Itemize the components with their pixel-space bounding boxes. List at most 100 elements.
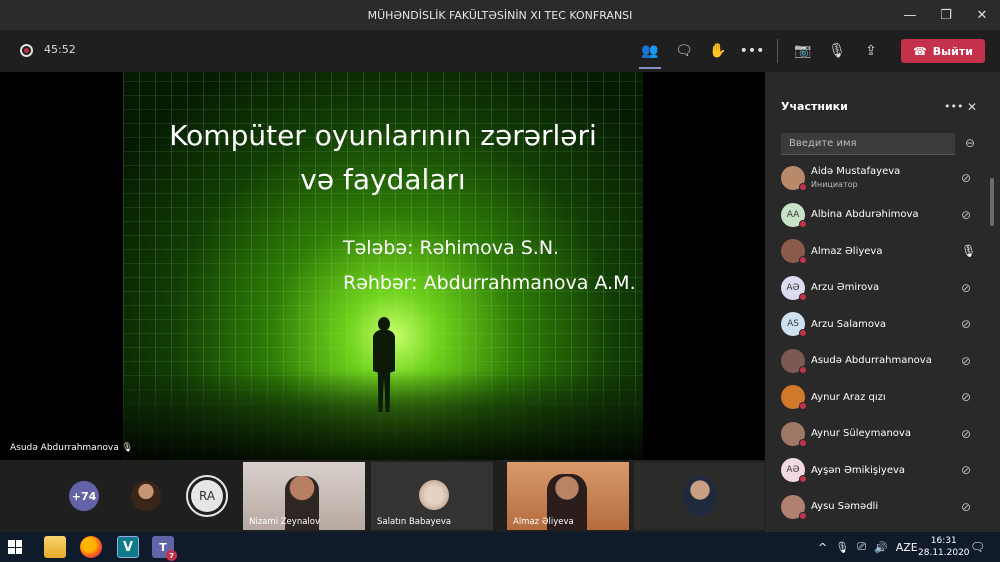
video-tile[interactable]: Nizami Zeynalov bbox=[243, 462, 365, 530]
participants-panel: Участники ⊖ Aidə MustafayevaИнициатор⊘AA… bbox=[765, 72, 1000, 532]
clock-date: 28.11.2020 bbox=[918, 548, 970, 558]
mic-off-icon[interactable]: ⊘ bbox=[961, 427, 971, 441]
video-tile[interactable]: Salatın Babayeva bbox=[371, 462, 493, 530]
participant-name: Almaz Əliyeva bbox=[811, 245, 883, 257]
participant-row[interactable]: AƏ Arzu Əmirova ⊘ bbox=[765, 270, 990, 307]
panel-scrollbar[interactable] bbox=[990, 178, 994, 226]
link-icon[interactable]: ⊖ bbox=[965, 136, 975, 150]
mic-off-icon[interactable]: 🎙 bbox=[820, 37, 854, 65]
participants-icon[interactable]: 👥 bbox=[633, 37, 667, 69]
mic-off-icon[interactable]: ⊘ bbox=[961, 281, 971, 295]
slide-figure-silhouette bbox=[369, 317, 399, 412]
participant-row[interactable]: Asudə Abdurrahmanova ⊘ bbox=[765, 343, 990, 380]
status-dot-icon bbox=[799, 365, 807, 374]
participant-name: Arzu Salamova bbox=[811, 318, 887, 330]
teams-badge: 7 bbox=[166, 550, 177, 561]
window-controls: — ❐ ✕ bbox=[892, 0, 1000, 30]
status-dot-icon bbox=[799, 511, 807, 520]
windows-taskbar: V T 7 ^ 🎙 ⎚ 🔊 AZE 16:31 28.11.2020 🗨 bbox=[0, 532, 1000, 562]
participant-name: Ayşən Əmikişiyeva bbox=[811, 464, 906, 476]
windows-start-icon[interactable] bbox=[8, 540, 22, 554]
mic-off-icon[interactable]: ⊘ bbox=[961, 317, 971, 331]
window-title: MÜHƏNDİSLİK FAKÜLTƏSİNİN XI TEC KONFRANS… bbox=[367, 8, 633, 22]
presenter-name: Asudə Abdurrahmanova bbox=[10, 443, 119, 453]
close-icon[interactable]: ✕ bbox=[964, 0, 1000, 30]
share-screen-icon[interactable]: ⇪ bbox=[854, 37, 888, 65]
chevron-up-icon[interactable]: ^ bbox=[818, 541, 827, 554]
participant-name: Asudə Abdurrahmanova bbox=[811, 355, 932, 367]
participant-name: Aynur Araz qızı bbox=[811, 391, 886, 403]
participant-name: Aysu Səmədli bbox=[811, 501, 879, 513]
meeting-controls: 👥 🗨 ✋ ••• 📷 🎙 ⇪ bbox=[633, 37, 888, 69]
notification-icon[interactable]: 🗨 bbox=[970, 540, 985, 554]
video-tile-name: Salatın Babayeva bbox=[377, 517, 452, 527]
participant-name: Arzu Əmirova bbox=[811, 282, 880, 294]
participant-row[interactable]: Almaz Əliyeva 🎙 bbox=[765, 233, 990, 270]
recording-icon bbox=[20, 44, 33, 57]
teams-icon[interactable]: T 7 bbox=[152, 536, 177, 561]
maximize-icon[interactable]: ❐ bbox=[928, 0, 964, 30]
visual-app-icon[interactable]: V bbox=[117, 536, 139, 558]
status-dot-icon bbox=[799, 256, 807, 265]
status-dot-icon bbox=[799, 219, 807, 228]
avatar-initials: AƏ bbox=[786, 282, 800, 293]
presenter-name-label: Asudə Abdurrahmanova 🎙 bbox=[10, 443, 133, 453]
participant-avatar-ra[interactable]: RA bbox=[186, 475, 228, 517]
panel-more-icon[interactable]: ••• bbox=[944, 100, 963, 113]
minimize-icon[interactable]: — bbox=[892, 0, 928, 30]
avatar-initials: RA bbox=[191, 480, 223, 512]
participant-avatar bbox=[683, 476, 717, 516]
slide-student: Tələbə: Rəhimova S.N. bbox=[343, 237, 560, 259]
participant-row[interactable]: AA Albina Abdurəhimova ⊘ bbox=[765, 197, 990, 234]
video-tile[interactable] bbox=[634, 462, 764, 530]
mic-off-icon[interactable]: ⊘ bbox=[961, 390, 971, 404]
mic-off-icon[interactable]: ⊘ bbox=[961, 354, 971, 368]
participant-avatar[interactable] bbox=[131, 481, 161, 511]
teams-letter: T bbox=[159, 540, 167, 554]
status-dot-icon bbox=[799, 329, 807, 338]
more-participants-count[interactable]: +74 bbox=[69, 481, 99, 511]
participant-row[interactable]: Aynur Süleymanova ⊘ bbox=[765, 416, 990, 453]
participant-row[interactable]: Aidə Mustafayeva Инициатор ⊘ bbox=[765, 160, 990, 197]
mic-off-icon[interactable]: ⊘ bbox=[961, 171, 971, 185]
avatar-initials: AS bbox=[787, 319, 799, 330]
participant-row[interactable]: AS Arzu Salamova ⊘ bbox=[765, 306, 990, 343]
raise-hand-icon[interactable]: ✋ bbox=[701, 37, 735, 65]
participant-row[interactable]: Aysu Səmədli ⊘ bbox=[765, 489, 990, 526]
participant-search-input[interactable] bbox=[781, 133, 955, 155]
camera-off-icon[interactable]: 📷 bbox=[786, 37, 820, 65]
firefox-icon[interactable] bbox=[80, 536, 102, 558]
participant-row[interactable]: AƏ Ayşən Əmikişiyeva ⊘ bbox=[765, 452, 990, 489]
mic-icon[interactable]: 🎙 bbox=[961, 244, 976, 258]
language-indicator[interactable]: AZE bbox=[896, 541, 918, 554]
participant-avatar: AƏ bbox=[781, 458, 807, 484]
video-tile[interactable]: Almaz Əliyeva bbox=[507, 462, 629, 530]
system-clock[interactable]: 16:31 28.11.2020 bbox=[918, 535, 970, 559]
mic-off-icon[interactable]: ⊘ bbox=[961, 500, 971, 514]
mic-off-icon[interactable]: ⊘ bbox=[961, 208, 971, 222]
participant-avatar bbox=[781, 385, 807, 411]
slide-title-line2: və faydaları bbox=[300, 163, 466, 196]
status-dot-icon bbox=[799, 402, 807, 411]
system-tray: ^ 🎙 ⎚ 🔊 AZE bbox=[818, 540, 918, 554]
leave-button[interactable]: ☎ Выйти bbox=[901, 39, 985, 63]
mic-icon[interactable]: 🎙 bbox=[835, 541, 849, 554]
participant-avatar: AA bbox=[781, 202, 807, 228]
meeting-toolbar: 45:52 👥 🗨 ✋ ••• 📷 🎙 ⇪ ☎ Выйти bbox=[0, 30, 1000, 72]
chat-icon[interactable]: 🗨 bbox=[667, 37, 701, 65]
participant-avatar bbox=[781, 348, 807, 374]
mic-off-icon[interactable]: ⊘ bbox=[961, 463, 971, 477]
avatar-initials: AA bbox=[786, 209, 800, 220]
more-icon[interactable]: ••• bbox=[735, 37, 769, 65]
video-tile-name: Nizami Zeynalov bbox=[249, 517, 321, 527]
file-explorer-icon[interactable] bbox=[44, 536, 66, 558]
participant-avatar: AƏ bbox=[781, 275, 807, 301]
volume-icon[interactable]: 🔊 bbox=[874, 541, 888, 554]
network-icon[interactable]: ⎚ bbox=[857, 540, 866, 554]
participant-row[interactable]: Aynur Araz qızı ⊘ bbox=[765, 379, 990, 416]
participant-avatar: AS bbox=[781, 312, 807, 338]
participant-name: Albina Abdurəhimova bbox=[811, 209, 919, 221]
toolbar-divider bbox=[777, 39, 778, 63]
video-tile-name: Almaz Əliyeva bbox=[513, 517, 574, 527]
panel-close-icon[interactable]: ✕ bbox=[967, 100, 977, 114]
